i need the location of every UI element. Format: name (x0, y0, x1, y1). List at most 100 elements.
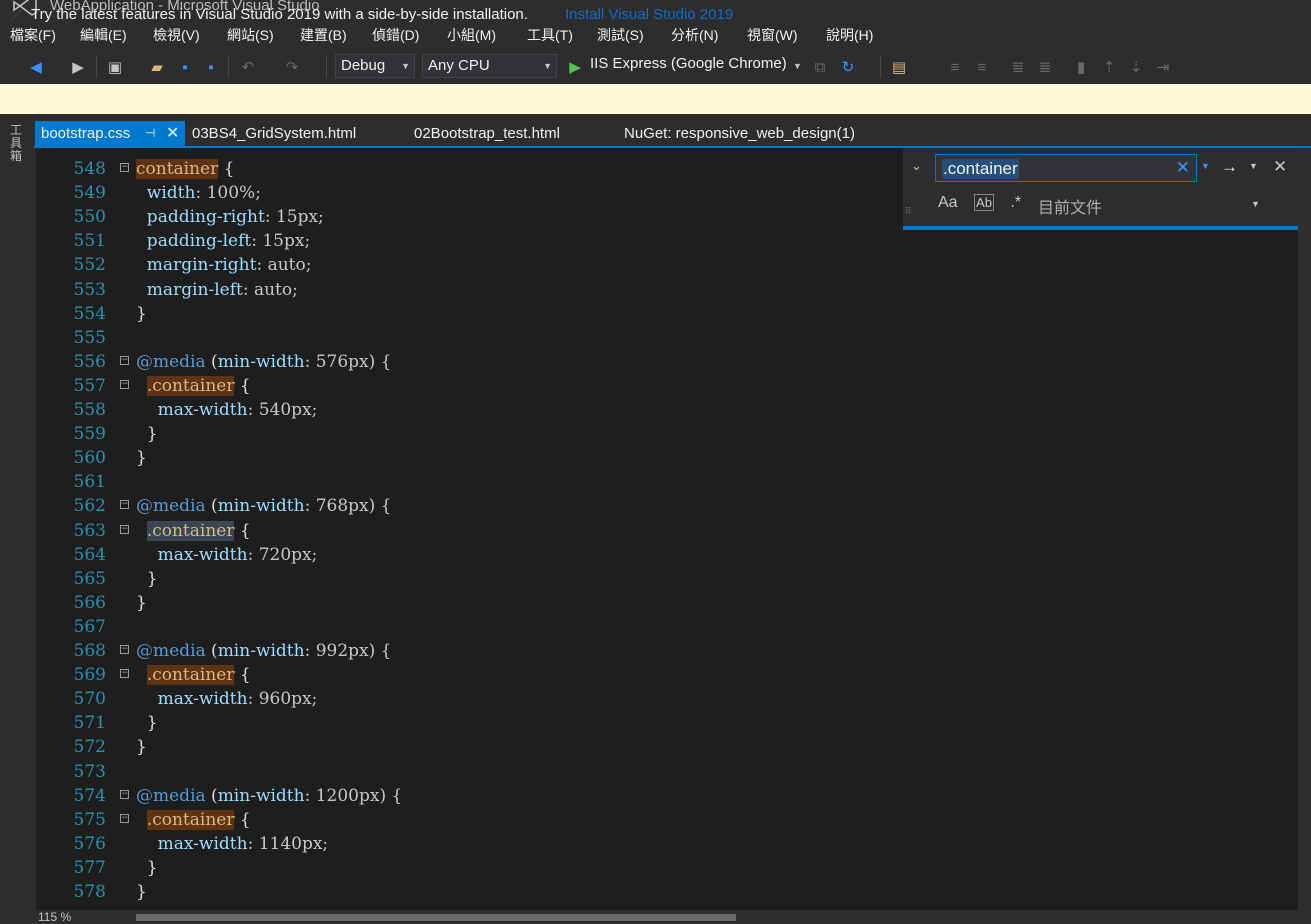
menu-analyze[interactable]: 分析(N) (671, 25, 718, 45)
code-line[interactable]: 567 (36, 615, 1298, 639)
resize-grip-icon[interactable]: ⠿ (905, 206, 912, 217)
menu-file[interactable]: 檔案(F) (10, 25, 56, 45)
collapse-icon[interactable]: − (120, 163, 129, 172)
tab-02bootstrap-test[interactable]: 02Bootstrap_test.html (414, 121, 560, 146)
code-line[interactable]: 577 } (36, 856, 1298, 880)
code-line[interactable]: 551 padding-left: 15px; (36, 229, 1298, 253)
find-next-icon[interactable]: → (1221, 157, 1238, 177)
code-line[interactable]: 555 (36, 326, 1298, 350)
save-all-icon[interactable]: ▪ (201, 57, 221, 77)
find-in-files-icon[interactable]: ▤ (889, 57, 909, 77)
bookmark-icon[interactable]: ▮ (1071, 57, 1091, 77)
code-line[interactable]: 574 − @media (min-width: 1200px) { (36, 784, 1298, 808)
menu-build[interactable]: 建置(B) (300, 25, 347, 45)
toolbox-tab[interactable]: 工具箱 (10, 124, 26, 163)
code-line[interactable]: 562 − @media (min-width: 768px) { (36, 494, 1298, 518)
save-icon[interactable]: ▪ (175, 57, 195, 77)
play-icon[interactable]: ▶ (565, 57, 585, 77)
find-input[interactable]: .container ✕ (935, 154, 1197, 182)
code-line[interactable]: 558 max-width: 540px; (36, 398, 1298, 422)
undo-icon[interactable]: ↶ (238, 57, 258, 77)
zoom-level[interactable]: 115 % (38, 910, 71, 924)
pin-icon[interactable]: ⊣ (145, 121, 155, 146)
code-line[interactable]: 568 − @media (min-width: 992px) { (36, 639, 1298, 663)
indent-icon[interactable]: ≡ (945, 57, 965, 77)
code-line[interactable]: 557 − .container { (36, 374, 1298, 398)
code-line[interactable]: 573 (36, 760, 1298, 784)
code-line[interactable]: 578} (36, 880, 1298, 904)
menu-edit[interactable]: 編輯(E) (80, 25, 127, 45)
code-line[interactable]: 575 − .container { (36, 808, 1298, 832)
collapse-icon[interactable]: − (120, 669, 129, 679)
code-line[interactable]: 552 margin-right: auto; (36, 253, 1298, 277)
collapse-icon[interactable]: − (120, 813, 129, 823)
menu-debug[interactable]: 偵錯(D) (372, 25, 419, 45)
code-line[interactable]: 561 (36, 470, 1298, 494)
code-line[interactable]: 572} (36, 735, 1298, 759)
menu-view[interactable]: 檢視(V) (153, 25, 200, 45)
collapse-icon[interactable]: − (120, 500, 129, 510)
tab-nuget[interactable]: NuGet: responsive_web_design(1) (624, 121, 855, 146)
next-bookmark-icon[interactable]: ⇣ (1126, 57, 1146, 77)
run-target-button[interactable]: IIS Express (Google Chrome) (590, 55, 787, 72)
code-editor[interactable]: 548− container {549 width: 100%; 550 paddi… (36, 148, 1298, 910)
browser-link-icon[interactable]: ⧉ (810, 57, 830, 77)
install-vs2019-link[interactable]: Install Visual Studio 2019 (565, 6, 733, 23)
find-options-dropdown-icon[interactable]: ▼ (1249, 161, 1258, 171)
clear-bookmarks-icon[interactable]: ⇥ (1153, 57, 1173, 77)
collapse-icon[interactable]: − (120, 379, 129, 389)
code-line[interactable]: 571 } (36, 711, 1298, 735)
prev-bookmark-icon[interactable]: ⇡ (1099, 57, 1119, 77)
collapse-icon[interactable]: − (120, 645, 129, 654)
code-line[interactable]: 563 − .container { (36, 519, 1298, 543)
code-line[interactable]: 564 max-width: 720px; (36, 543, 1298, 567)
code-token: ( (205, 351, 218, 372)
whole-word-icon[interactable]: Ab (974, 194, 994, 211)
outdent-icon[interactable]: ≡ (972, 57, 992, 77)
menu-team[interactable]: 小組(M) (447, 25, 496, 45)
close-find-icon[interactable]: ✕ (1273, 157, 1287, 177)
code-text: } (136, 856, 158, 880)
search-history-icon[interactable]: ▼ (1201, 161, 1210, 171)
regex-icon[interactable]: .* (1010, 194, 1021, 211)
code-line[interactable]: 565 } (36, 567, 1298, 591)
tab-03bs4-gridsystem[interactable]: 03BS4_GridSystem.html (192, 121, 356, 146)
collapse-icon[interactable]: − (120, 524, 129, 534)
new-project-icon[interactable]: ▣ (105, 57, 125, 77)
open-file-icon[interactable]: ▰ (147, 57, 167, 77)
refresh-icon[interactable]: ↻ (838, 57, 858, 77)
code-line[interactable]: 554} (36, 302, 1298, 326)
code-line[interactable]: 566} (36, 591, 1298, 615)
collapse-icon[interactable]: − (120, 355, 129, 365)
match-case-icon[interactable]: Aa (938, 194, 958, 211)
code-line[interactable]: 560} (36, 446, 1298, 470)
code-line[interactable]: 576 max-width: 1140px; (36, 832, 1298, 856)
toggle-replace-icon[interactable]: ⌄ (911, 158, 922, 174)
code-line[interactable]: 556 − @media (min-width: 576px) { (36, 350, 1298, 374)
scope-dropdown-icon[interactable]: ▼ (1251, 199, 1260, 209)
comment-icon[interactable]: ≣ (1008, 57, 1028, 77)
platform-select[interactable]: Any CPU ▼ (422, 54, 557, 78)
menu-help[interactable]: 說明(H) (826, 25, 873, 45)
vertical-scrollbar[interactable] (1298, 148, 1311, 910)
forward-icon[interactable]: ▶ (68, 57, 88, 77)
collapse-icon[interactable]: − (120, 789, 129, 799)
code-line[interactable]: 559 } (36, 422, 1298, 446)
code-line[interactable]: 570 max-width: 960px; (36, 687, 1298, 711)
solution-config-select[interactable]: Debug ▼ (335, 54, 415, 78)
menu-website[interactable]: 網站(S) (227, 25, 274, 45)
back-icon[interactable]: ◀ (26, 57, 46, 77)
search-scope-select[interactable]: 目前文件 (1038, 194, 1102, 218)
code-line[interactable]: 553 margin-left: auto; (36, 278, 1298, 302)
clear-search-icon[interactable]: ✕ (1176, 158, 1190, 178)
menu-test[interactable]: 測試(S) (597, 25, 644, 45)
uncomment-icon[interactable]: ≣ (1035, 57, 1055, 77)
horizontal-scroll-thumb[interactable] (136, 914, 736, 921)
code-text: } (136, 735, 147, 759)
menu-window[interactable]: 視窗(W) (747, 25, 798, 45)
close-icon[interactable]: ✕ (166, 121, 179, 146)
menu-tools[interactable]: 工具(T) (527, 25, 573, 45)
run-target-dropdown-icon[interactable]: ▼ (793, 61, 802, 71)
code-line[interactable]: 569 − .container { (36, 663, 1298, 687)
redo-icon[interactable]: ↷ (282, 57, 302, 77)
